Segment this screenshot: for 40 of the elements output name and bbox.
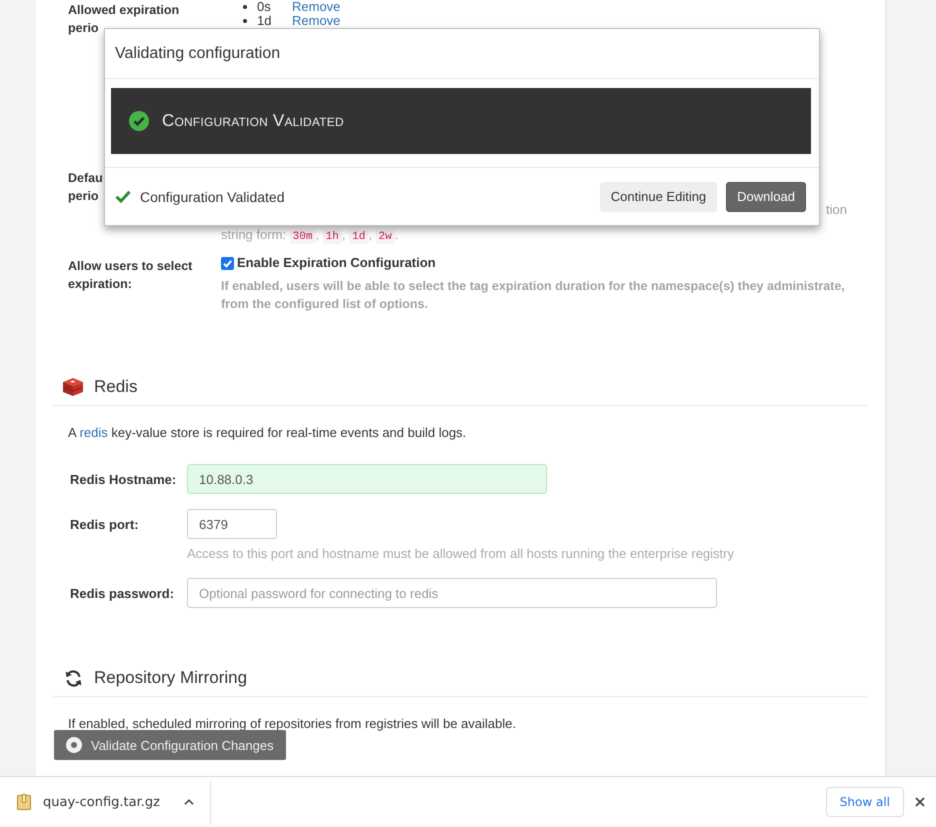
- checkbox-label[interactable]: Enable Expiration Configuration: [237, 254, 436, 272]
- chevron-up-icon[interactable]: [184, 799, 194, 805]
- field-label: Allowed expiration perio: [68, 2, 180, 37]
- text-field[interactable]: 6379: [187, 509, 277, 539]
- bullet-icon: [243, 5, 247, 9]
- field-label: Redis Hostname:: [70, 472, 178, 486]
- validate-button[interactable]: Validate Configuration Changes: [54, 730, 286, 760]
- remove-link[interactable]: Remove: [292, 14, 340, 28]
- remove-link[interactable]: Remove: [292, 0, 340, 14]
- banner-text: Configuration Validated: [162, 111, 344, 131]
- show-all-button[interactable]: Show all: [826, 787, 904, 817]
- download-button[interactable]: Download: [726, 182, 806, 212]
- section-title: Redis: [94, 377, 138, 397]
- field-label: Redis password:: [70, 586, 176, 600]
- text-field[interactable]: 10.88.0.3: [187, 464, 547, 494]
- help-text: tion: [826, 202, 847, 217]
- bullet-icon: [243, 19, 247, 23]
- redis-link[interactable]: redis: [80, 425, 108, 440]
- redis-description: A redis key-value store is required for real-time events and build logs.: [68, 424, 468, 442]
- cube-icon: [62, 377, 84, 397]
- close-icon[interactable]: [915, 797, 925, 807]
- modal-title: Validating configuration: [115, 44, 280, 62]
- help-text: Access to this port and hostname must be allowed from all hosts running the enterprise registry: [187, 546, 734, 561]
- disc-icon: [66, 737, 82, 753]
- archive-icon: [17, 794, 31, 810]
- period-value: 1d: [257, 14, 272, 28]
- help-text: If enabled, users will be able to select the tag expiration duration for the namespace(s) they administrate, from the configured list of options.: [221, 278, 846, 313]
- continue-button[interactable]: Continue Editing: [600, 182, 718, 212]
- password-field[interactable]: Optional password for connecting to redis: [187, 578, 717, 608]
- format-hint: string form: 30m , 1h , 1d , 2w .: [221, 227, 398, 242]
- section-title: Repository Mirroring: [94, 668, 248, 688]
- period-value: 0s: [257, 0, 272, 14]
- mirroring-description: If enabled, scheduled mirroring of repositories from registries will be available.: [68, 715, 517, 733]
- file-name[interactable]: quay-config.tar.gz: [43, 794, 184, 810]
- field-label: Allow users to select expiration:: [68, 258, 192, 293]
- status-text: Configuration Validated: [140, 188, 285, 204]
- checkbox[interactable]: [221, 256, 234, 270]
- refresh-icon: [64, 668, 83, 688]
- field-label: Redis port:: [70, 516, 140, 532]
- field-label: Defau perio: [68, 170, 103, 205]
